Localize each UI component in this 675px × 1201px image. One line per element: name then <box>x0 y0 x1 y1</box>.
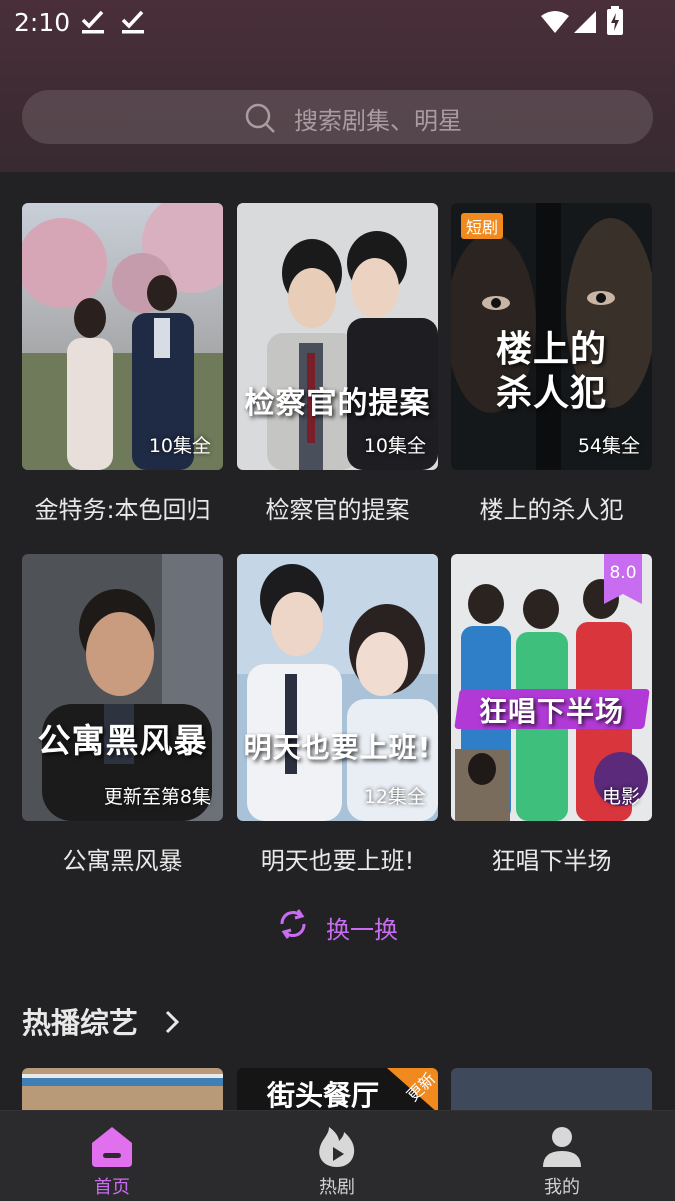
drama-card[interactable]: 公寓黑风暴 更新至第8集 公寓黑风暴 <box>22 554 223 876</box>
header: 2:10 搜索剧集、明星 <box>0 0 675 172</box>
drama-card[interactable]: 狂唱下半场 8.0 电影 狂唱下半场 <box>451 554 652 876</box>
nav-home-label: 首页 <box>94 1177 130 1198</box>
episode-count: 54集全 <box>577 435 640 457</box>
clock: 2:10 <box>14 8 71 37</box>
search-icon <box>245 103 275 133</box>
poster-title: 检察官的提案 <box>244 386 431 421</box>
refresh-label: 换一换 <box>326 916 398 944</box>
poster-art <box>22 554 223 821</box>
poster-image[interactable]: 10集全 <box>22 203 223 470</box>
card-title[interactable]: 公寓黑风暴 <box>22 841 223 876</box>
poster-image[interactable]: 公寓黑风暴 更新至第8集 <box>22 554 223 821</box>
chevron-right-icon <box>165 1010 180 1034</box>
bottom-nav: 首页 热剧 我的 <box>0 1110 675 1201</box>
poster-image[interactable]: 狂唱下半场 8.0 电影 <box>451 554 652 821</box>
battery-charging-icon <box>607 6 623 35</box>
nav-mine[interactable]: 我的 <box>502 1111 622 1201</box>
episode-count: 10集全 <box>148 435 211 457</box>
poster-title: 楼上的 杀人犯 <box>495 329 607 414</box>
episode-count: 12集全 <box>363 786 426 808</box>
episode-count: 10集全 <box>363 435 426 457</box>
short-drama-badge: 短剧 <box>461 213 504 239</box>
nav-home[interactable]: 首页 <box>52 1111 172 1201</box>
user-icon <box>543 1127 581 1167</box>
poster-title: 公寓黑风暴 <box>37 721 208 760</box>
episode-count: 更新至第8集 <box>103 786 211 808</box>
nav-hot-label: 热剧 <box>319 1177 355 1198</box>
section-header[interactable]: 热播综艺 <box>22 1000 180 1042</box>
card-title[interactable]: 检察官的提案 <box>237 490 438 525</box>
variety-card[interactable] <box>451 1068 652 1113</box>
signal-icon <box>574 11 596 33</box>
card-title[interactable]: 狂唱下半场 <box>451 841 652 876</box>
poster-image[interactable]: 短剧 楼上的 杀人犯 54集全 <box>451 203 652 470</box>
media-type-label: 电影 <box>601 786 640 808</box>
flame-play-icon <box>319 1127 355 1167</box>
poster-art <box>22 203 223 470</box>
drama-card[interactable]: 10集全 金特务:本色回归 <box>22 203 223 525</box>
drama-card[interactable]: 短剧 楼上的 杀人犯 54集全 楼上的杀人犯 <box>451 203 652 525</box>
download-done-icon <box>121 10 144 34</box>
section-title: 热播综艺 <box>22 1006 139 1040</box>
variety-title: 街头餐厅 <box>267 1079 380 1112</box>
poster-art <box>237 203 438 470</box>
variety-card[interactable]: 街头餐厅 更新 <box>237 1068 438 1113</box>
download-done-icon <box>81 10 104 34</box>
card-title[interactable]: 明天也要上班! <box>237 841 438 876</box>
card-title[interactable]: 楼上的杀人犯 <box>451 490 652 525</box>
variety-card[interactable] <box>22 1068 223 1113</box>
search-placeholder: 搜索剧集、明星 <box>294 107 462 135</box>
poster-title: 狂唱下半场 <box>478 695 624 728</box>
drama-card[interactable]: 明天也要上班! 12集全 明天也要上班! <box>237 554 438 876</box>
poster-art <box>237 554 438 821</box>
variety-poster <box>451 1068 652 1113</box>
poster-image[interactable]: 检察官的提案 10集全 <box>237 203 438 470</box>
nav-mine-label: 我的 <box>544 1177 580 1198</box>
wifi-icon <box>541 11 569 33</box>
drama-card[interactable]: 检察官的提案 10集全 检察官的提案 <box>237 203 438 525</box>
variety-poster <box>22 1068 223 1113</box>
search-bar[interactable]: 搜索剧集、明星 <box>22 90 653 144</box>
refresh-icon <box>280 909 306 939</box>
card-title[interactable]: 金特务:本色回归 <box>22 490 223 525</box>
poster-image[interactable]: 明天也要上班! 12集全 <box>237 554 438 821</box>
nav-hot[interactable]: 热剧 <box>277 1111 397 1201</box>
poster-title: 明天也要上班! <box>243 731 432 764</box>
home-icon <box>92 1127 132 1167</box>
status-bar: 2:10 <box>0 0 675 46</box>
